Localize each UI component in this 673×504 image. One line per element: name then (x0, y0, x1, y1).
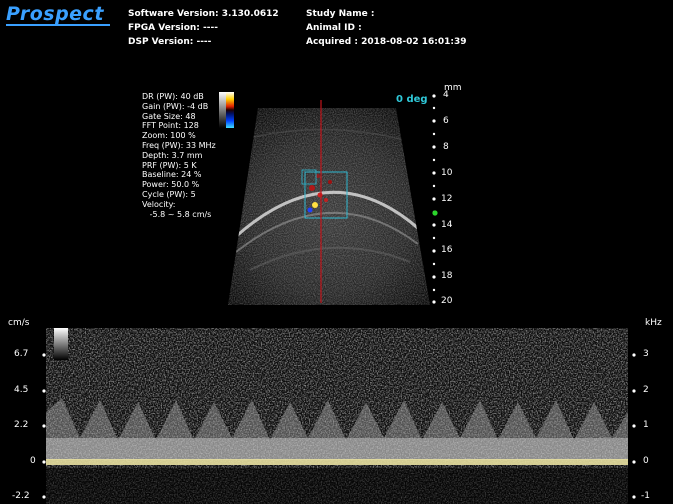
parameter-line: Depth: 3.7 mm (142, 150, 203, 160)
depth-label: 10 (441, 168, 453, 178)
spectrum-baseline (46, 459, 628, 465)
parameter-line: -5.8 ~ 5.8 cm/s (142, 209, 212, 219)
parameter-line: Freq (PW): 33 MHz (142, 140, 216, 150)
depth-label: 12 (441, 194, 453, 204)
frequency-label: 1 (643, 420, 649, 430)
frequency-unit-label: kHz (645, 318, 662, 328)
parameter-line: Power: 50.0 % (142, 180, 200, 190)
frequency-label: 0 (643, 456, 649, 466)
frequency-ticks (632, 353, 636, 499)
depth-label: 20 (441, 296, 453, 306)
doppler-spectrum[interactable] (0, 320, 673, 504)
velocity-ticks (42, 353, 46, 499)
bmode-image[interactable] (0, 0, 673, 320)
parameter-line: FFT Point: 128 (142, 121, 199, 131)
velocity-unit-label: cm/s (8, 318, 30, 328)
depth-label: 16 (441, 245, 453, 255)
angle-readout[interactable]: 0 deg (396, 94, 428, 105)
spectrum-gray-map (54, 328, 68, 360)
parameter-line: Baseline: 24 % (142, 170, 202, 180)
frequency-label: 3 (643, 349, 649, 359)
color-map-bar (226, 92, 234, 128)
frequency-label: -1 (641, 491, 650, 501)
gray-map-bar (219, 92, 227, 128)
parameter-line: Gain (PW): -4 dB (142, 101, 209, 111)
parameter-line: Gate Size: 48 (142, 111, 196, 121)
depth-label: 6 (443, 116, 449, 126)
depth-label: 8 (443, 142, 449, 152)
parameter-line: PRF (PW): 5 K (142, 160, 197, 170)
depth-label: 14 (441, 220, 453, 230)
velocity-label: 6.7 (14, 349, 29, 359)
depth-label: 4 (443, 90, 449, 100)
depth-label: 18 (441, 271, 453, 281)
parameter-line: DR (PW): 40 dB (142, 92, 204, 101)
velocity-label: -2.2 (12, 491, 30, 501)
depth-scale-ticks (432, 94, 436, 304)
focus-marker[interactable] (432, 210, 438, 216)
parameter-line: Cycle (PW): 5 (142, 189, 196, 199)
frequency-label: 2 (643, 385, 649, 395)
parameter-line: Velocity: (142, 199, 176, 209)
velocity-label: 4.5 (14, 385, 29, 395)
velocity-label: 0 (30, 456, 36, 466)
velocity-label: 2.2 (14, 420, 29, 430)
parameter-line: Zoom: 100 % (142, 131, 196, 141)
imaging-parameters: DR (PW): 40 dB Gain (PW): -4 dB Gate Size:… (142, 92, 216, 219)
